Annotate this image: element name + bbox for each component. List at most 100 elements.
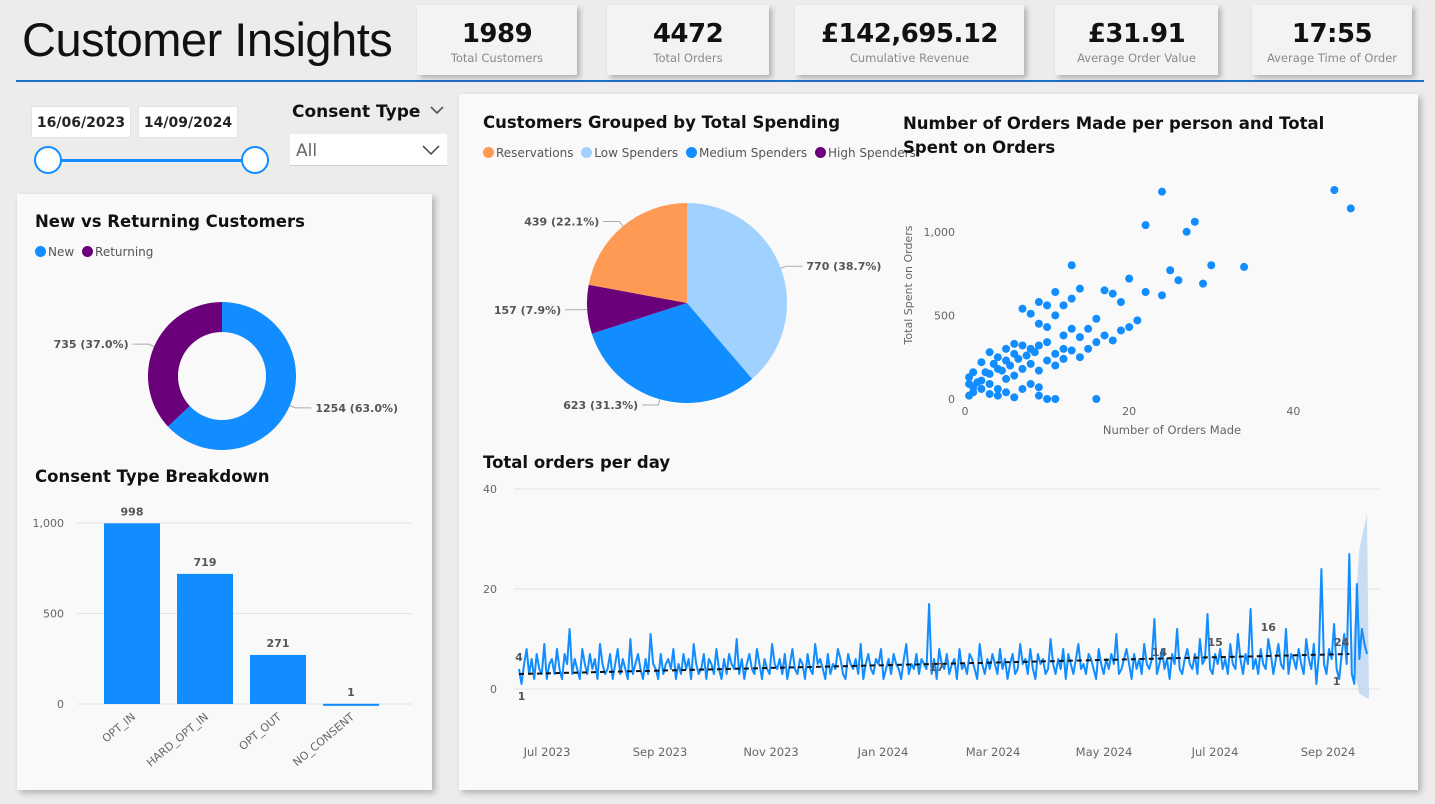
scatter-point[interactable] [1030, 348, 1039, 357]
legend-item-low-spenders[interactable]: Low Spenders [581, 146, 678, 160]
date-range-track[interactable] [49, 159, 255, 162]
consent-type-dropdown[interactable]: All [290, 134, 447, 166]
date-start-input[interactable]: 16/06/2023 [31, 106, 131, 138]
scatter-point[interactable] [1010, 339, 1019, 348]
scatter-point[interactable] [1075, 284, 1084, 293]
bar-opt-out[interactable] [250, 654, 306, 704]
scatter-point[interactable] [1125, 274, 1134, 283]
scatter-point[interactable] [993, 353, 1002, 362]
scatter-point[interactable] [1100, 331, 1109, 340]
scatter-point[interactable] [985, 379, 994, 388]
scatter-point[interactable] [1018, 384, 1027, 393]
scatter-point[interactable] [989, 359, 998, 368]
scatter-point[interactable] [1014, 354, 1023, 363]
scatter-point[interactable] [1346, 204, 1355, 213]
scatter-point[interactable] [1067, 261, 1076, 270]
date-end-handle[interactable] [241, 146, 269, 174]
scatter-point[interactable] [1051, 311, 1060, 320]
scatter-point[interactable] [977, 384, 986, 393]
scatter-point[interactable] [1125, 323, 1134, 332]
scatter-point[interactable] [1051, 361, 1060, 370]
scatter-point[interactable] [1207, 261, 1216, 270]
scatter-point[interactable] [1067, 294, 1076, 303]
scatter-point[interactable] [1092, 338, 1101, 347]
scatter-point[interactable] [1059, 301, 1068, 310]
scatter-chart-orders-vs-spent[interactable]: 0 500 1,000 0 20 40 Number of Orders Made Total… [899, 170, 1409, 445]
scatter-point[interactable] [1158, 187, 1166, 196]
scatter-point[interactable] [1133, 316, 1142, 325]
scatter-point[interactable] [1018, 341, 1027, 350]
line-chart-orders-per-day[interactable]: 020404117141516124227121Jul 2023Sep 2023… [459, 475, 1418, 785]
scatter-point[interactable] [1018, 364, 1027, 373]
scatter-point[interactable] [1084, 344, 1093, 353]
scatter-point[interactable] [985, 348, 994, 357]
scatter-point[interactable] [1199, 279, 1208, 288]
scatter-point[interactable] [1043, 338, 1052, 347]
scatter-point[interactable] [1006, 361, 1015, 370]
scatter-point[interactable] [1043, 395, 1052, 403]
scatter-point[interactable] [1002, 374, 1011, 383]
kpi-card-average-order-value[interactable]: £31.91 Average Order Value [1055, 5, 1218, 75]
scatter-point[interactable] [965, 373, 974, 382]
scatter-point[interactable] [1010, 371, 1019, 380]
scatter-point[interactable] [1092, 314, 1101, 323]
scatter-point[interactable] [1075, 333, 1084, 342]
pie-chart-spending-groups[interactable]: 770 (38.7%) 623 (31.3%) 157 (7.9%) 439 (22.… [459, 170, 899, 440]
bar-chart-consent-breakdown[interactable]: 0 500 1,000 998 OPT_IN 719 HARD_OPT_IN 271 OPT_O… [17, 490, 432, 790]
scatter-point[interactable] [1034, 298, 1043, 307]
kpi-card-cumulative-revenue[interactable]: £142,695.12 Cumulative Revenue [795, 5, 1024, 75]
scatter-point[interactable] [1100, 286, 1109, 295]
scatter-point[interactable] [985, 389, 994, 398]
kpi-card-average-time-of-order[interactable]: 17:55 Average Time of Order [1252, 5, 1412, 75]
scatter-point[interactable] [1018, 304, 1027, 313]
scatter-point[interactable] [973, 378, 982, 387]
scatter-point[interactable] [1043, 356, 1052, 365]
scatter-point[interactable] [1043, 301, 1052, 310]
kpi-card-total-orders[interactable]: 4472 Total Orders [607, 5, 769, 75]
scatter-point[interactable] [1092, 395, 1101, 403]
scatter-point[interactable] [1108, 289, 1117, 298]
legend-item-returning[interactable]: Returning [82, 245, 153, 259]
scatter-point[interactable] [1059, 331, 1068, 340]
scatter-point[interactable] [1075, 353, 1084, 362]
date-end-input[interactable]: 14/09/2024 [138, 106, 238, 138]
legend-item-medium-spenders[interactable]: Medium Spenders [685, 146, 807, 160]
scatter-point[interactable] [1051, 349, 1060, 358]
scatter-point[interactable] [1034, 341, 1043, 350]
scatter-point[interactable] [1026, 379, 1035, 388]
donut-chart-new-vs-returning[interactable]: 1254 (63.0%) 735 (37.0%) [17, 260, 432, 450]
scatter-point[interactable] [1059, 354, 1068, 363]
scatter-point[interactable] [1182, 227, 1191, 236]
scatter-point[interactable] [981, 368, 990, 377]
scatter-point[interactable] [1034, 366, 1043, 375]
scatter-point[interactable] [997, 366, 1006, 375]
scatter-point[interactable] [1141, 287, 1150, 296]
legend-item-high-spenders[interactable]: High Spenders [815, 146, 916, 160]
bar-opt-in[interactable] [104, 523, 160, 704]
scatter-point[interactable] [1166, 266, 1175, 275]
scatter-point[interactable] [1067, 346, 1076, 355]
scatter-point[interactable] [1043, 323, 1052, 332]
scatter-point[interactable] [1026, 309, 1035, 318]
scatter-point[interactable] [1116, 298, 1125, 307]
scatter-point[interactable] [1051, 395, 1060, 403]
scatter-point[interactable] [1034, 391, 1043, 400]
bar-hard-opt-in[interactable] [177, 573, 233, 704]
scatter-point[interactable] [1240, 262, 1249, 271]
scatter-point[interactable] [1174, 276, 1183, 285]
scatter-point[interactable] [1022, 351, 1031, 360]
scatter-point[interactable] [1059, 344, 1068, 353]
scatter-point[interactable] [977, 358, 986, 367]
scatter-point[interactable] [993, 391, 1002, 400]
scatter-point[interactable] [1010, 393, 1019, 402]
scatter-point[interactable] [965, 391, 974, 400]
scatter-point[interactable] [1141, 221, 1150, 230]
legend-item-reservations[interactable]: Reservations [483, 146, 573, 160]
scatter-point[interactable] [1116, 326, 1125, 335]
scatter-point[interactable] [1002, 344, 1011, 353]
scatter-point[interactable] [1067, 324, 1076, 333]
scatter-point[interactable] [1034, 383, 1043, 392]
scatter-point[interactable] [1158, 291, 1166, 300]
scatter-point[interactable] [1084, 324, 1093, 333]
scatter-point[interactable] [1026, 359, 1035, 368]
